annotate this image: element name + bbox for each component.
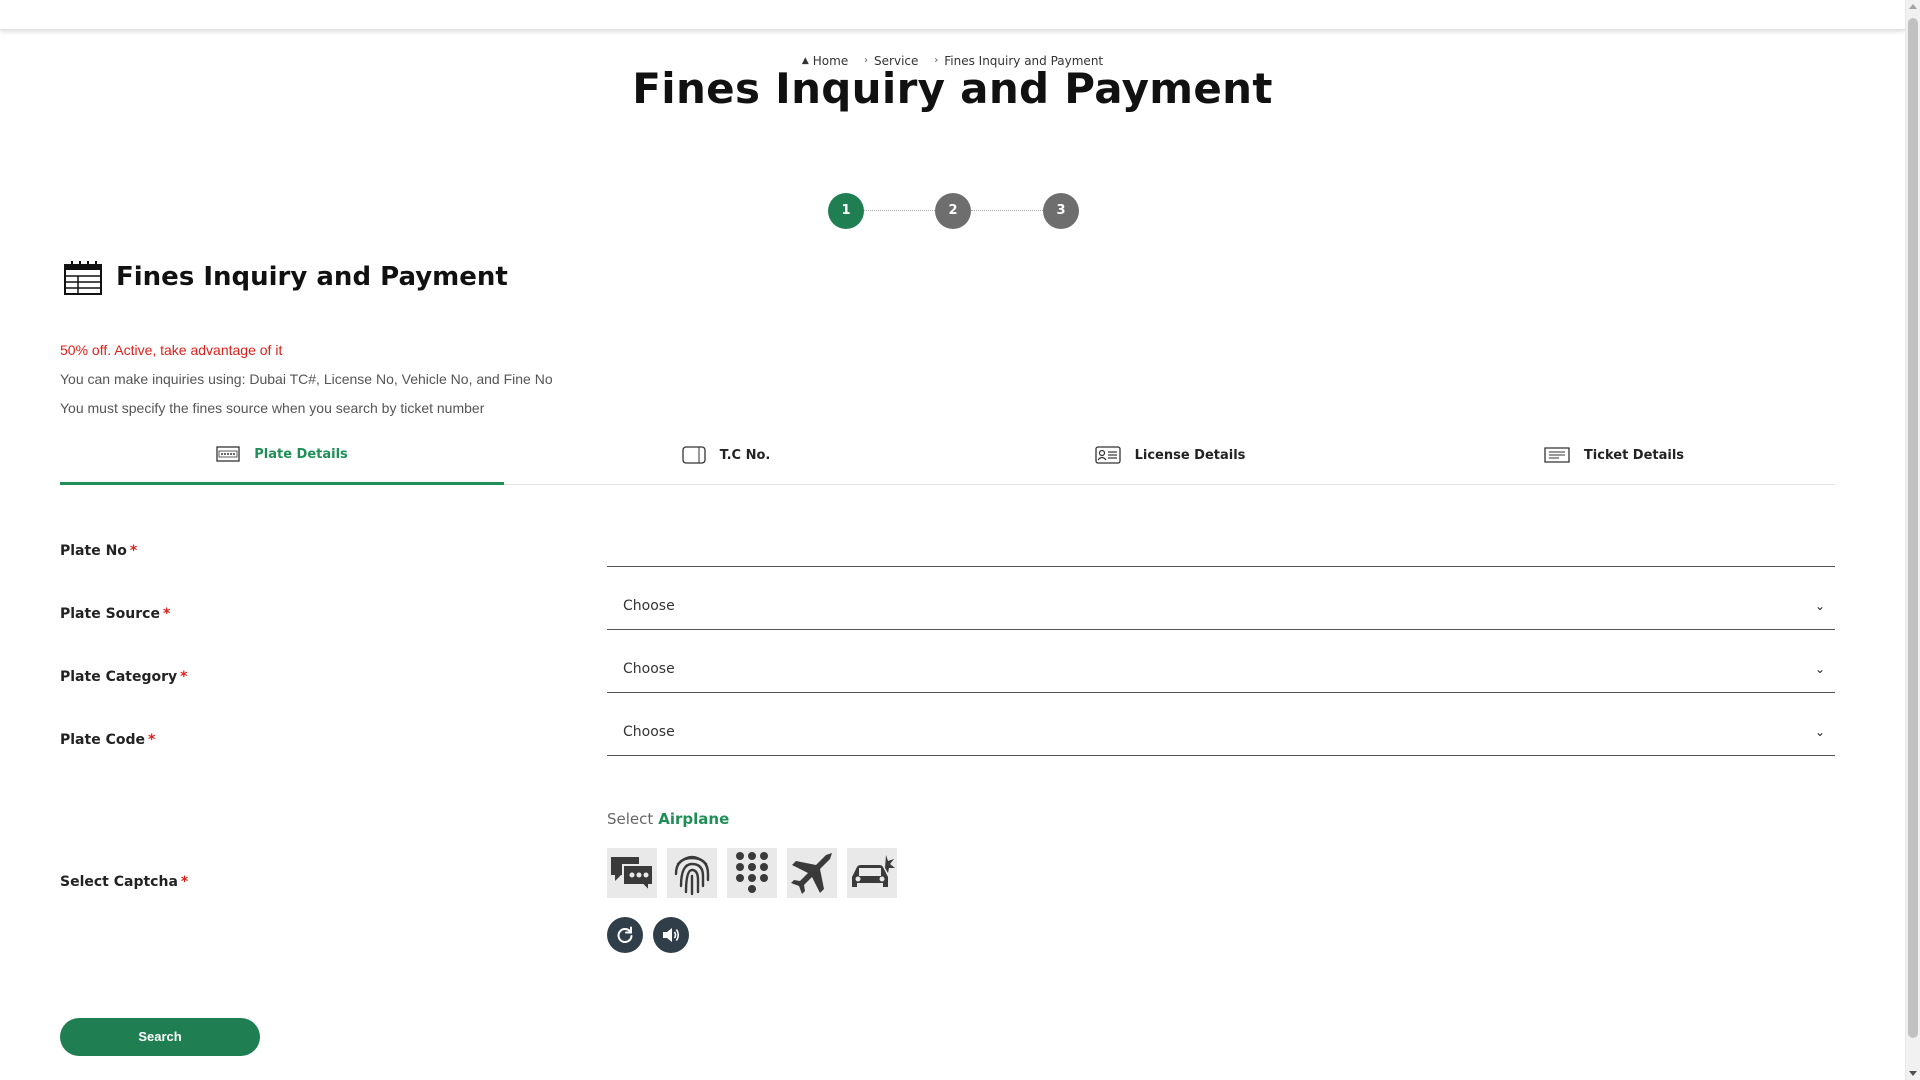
tab-license-details[interactable]: License Details [948,438,1392,485]
info-line-2: You must specify the fines source when y… [60,400,485,416]
audio-captcha-button[interactable] [653,917,689,953]
scrollbar-thumb[interactable] [1908,18,1918,1038]
required-marker: * [129,543,138,559]
tab-label: Ticket Details [1583,447,1685,463]
captcha-prompt-text: Select [607,810,654,828]
car-crash-icon [852,855,895,887]
fingerprint-icon [674,855,710,896]
chevron-down-icon: ⌄ [1814,598,1825,613]
speaker-icon [663,928,680,942]
tab-label: License Details [1134,447,1246,463]
captcha-option-car-crash[interactable] [847,848,897,898]
airplane-icon [791,853,832,894]
progress-stepper: 1 2 3 [828,193,1079,229]
plate-code-value: Choose [623,723,675,740]
plate-code-label-text: Plate Code [60,732,145,748]
plate-no-input[interactable] [607,519,1835,567]
captcha-target: Airplane [658,810,730,828]
info-notes: 50% off. Active, take advantage of it Yo… [60,336,553,423]
plate-category-select[interactable]: Choose ⌄ [607,645,1835,693]
required-marker: * [180,669,188,685]
chat-bubbles-icon [611,857,654,893]
plate-icon [216,446,240,462]
plate-no-label: Plate No * [60,543,137,559]
captcha-label: Select Captcha * [60,874,188,890]
captcha-option-chat[interactable] [607,848,657,898]
dialpad-icon [736,852,768,893]
scroll-up-arrow-icon[interactable] [1909,4,1917,9]
step-1: 1 [828,193,864,229]
promo-text: 50% off. Active, take advantage of it [60,342,283,358]
tab-label: T.C No. [719,447,771,463]
section-title: Fines Inquiry and Payment [116,262,508,292]
plate-code-label: Plate Code * [60,732,155,748]
refresh-captcha-button[interactable] [607,917,643,953]
required-marker: * [180,874,189,890]
search-type-tabs: Plate Details T.C No. License Details Ti… [60,438,1835,485]
refresh-icon [617,926,633,943]
chevron-down-icon: ⌄ [1814,661,1825,676]
plate-source-value: Choose [623,597,675,614]
tab-plate-details[interactable]: Plate Details [60,438,504,485]
ticket-icon [1544,447,1570,463]
tab-tc-no[interactable]: T.C No. [504,438,948,485]
captcha-label-text: Select Captcha [60,874,178,890]
card-icon [682,446,706,464]
page-title: Fines Inquiry and Payment [632,64,1273,113]
tab-ticket-details[interactable]: Ticket Details [1392,438,1836,485]
required-marker: * [147,732,156,748]
captcha-options [607,848,897,898]
calendar-list-icon [64,261,102,295]
step-3: 3 [1043,193,1079,229]
chevron-down-icon: ⌄ [1814,724,1825,739]
search-button[interactable]: Search [60,1018,260,1056]
plate-category-value: Choose [623,660,675,677]
plate-no-label-text: Plate No [60,543,127,559]
plate-source-label-text: Plate Source [60,606,160,622]
vertical-scrollbar[interactable] [1905,0,1920,1080]
plate-source-select[interactable]: Choose ⌄ [607,582,1835,630]
required-marker: * [162,606,171,622]
step-connector [864,210,935,211]
plate-source-label: Plate Source * [60,606,170,622]
tab-label: Plate Details [254,446,348,462]
scroll-down-arrow-icon[interactable] [1909,1071,1917,1076]
plate-category-label: Plate Category * [60,669,187,685]
captcha-prompt: Select Airplane [607,810,729,828]
captcha-option-fingerprint[interactable] [667,848,717,898]
captcha-option-dialpad[interactable] [727,848,777,898]
captcha-option-airplane[interactable] [787,848,837,898]
step-connector [971,210,1043,211]
top-header-bar [0,0,1905,30]
plate-code-select[interactable]: Choose ⌄ [607,708,1835,756]
captcha-controls [607,917,689,953]
license-icon [1094,446,1121,464]
info-line-1: You can make inquiries using: Dubai TC#,… [60,371,553,387]
step-2: 2 [935,193,971,229]
plate-category-label-text: Plate Category [60,669,178,685]
